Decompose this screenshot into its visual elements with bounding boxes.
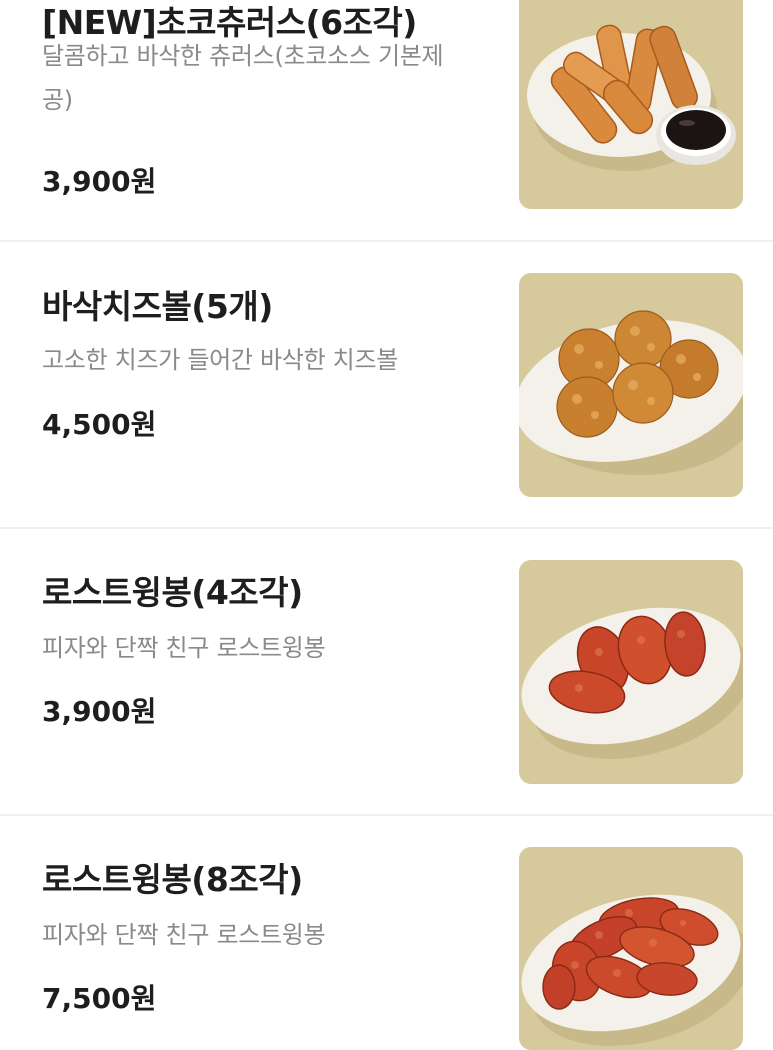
divider xyxy=(0,240,773,242)
menu-item-price: 4,500원 xyxy=(42,408,157,441)
menu-item-churros[interactable]: [NEW]초코츄러스(6조각) 달콤하고 바삭한 츄러스(초코소스 기본제공) … xyxy=(0,0,773,241)
menu-item-name: 로스트윙봉(4조각) xyxy=(42,573,303,612)
menu-item-roast-wings-4[interactable]: 로스트윙봉(4조각) 피자와 단짝 친구 로스트윙봉 3,900원 xyxy=(0,530,773,814)
menu-item-price: 3,900원 xyxy=(42,695,157,728)
menu-item-roast-wings-8[interactable]: 로스트윙봉(8조각) 피자와 단짝 친구 로스트윙봉 7,500원 xyxy=(0,817,773,1050)
divider xyxy=(0,527,773,529)
menu-item-description: 고소한 치즈가 들어간 바삭한 치즈볼 xyxy=(42,346,399,374)
menu-item-name: 바삭치즈볼(5개) xyxy=(42,287,273,326)
churros-image xyxy=(519,0,743,209)
menu-item-photo xyxy=(519,273,743,497)
cheese-balls-image xyxy=(519,273,743,497)
menu-item-photo xyxy=(519,0,743,209)
menu-item-description: 달콤하고 바삭한 츄러스(초코소스 기본제공) xyxy=(42,42,444,114)
menu-item-price: 3,900원 xyxy=(42,165,157,198)
menu-item-photo xyxy=(519,847,743,1050)
roast-wings-4-image xyxy=(519,560,743,784)
menu-item-description: 피자와 단짝 친구 로스트윙봉 xyxy=(42,921,326,949)
menu-item-description: 피자와 단짝 친구 로스트윙봉 xyxy=(42,634,326,662)
menu-item-photo xyxy=(519,560,743,784)
menu-item-cheese-balls[interactable]: 바삭치즈볼(5개) 고소한 치즈가 들어간 바삭한 치즈볼 4,500원 xyxy=(0,243,773,527)
divider xyxy=(0,814,773,816)
roast-wings-8-image xyxy=(519,847,743,1050)
menu-item-price: 7,500원 xyxy=(42,982,157,1015)
menu-list: [NEW]초코츄러스(6조각) 달콤하고 바삭한 츄러스(초코소스 기본제공) … xyxy=(0,0,773,1050)
menu-item-name: 로스트윙봉(8조각) xyxy=(42,860,303,899)
